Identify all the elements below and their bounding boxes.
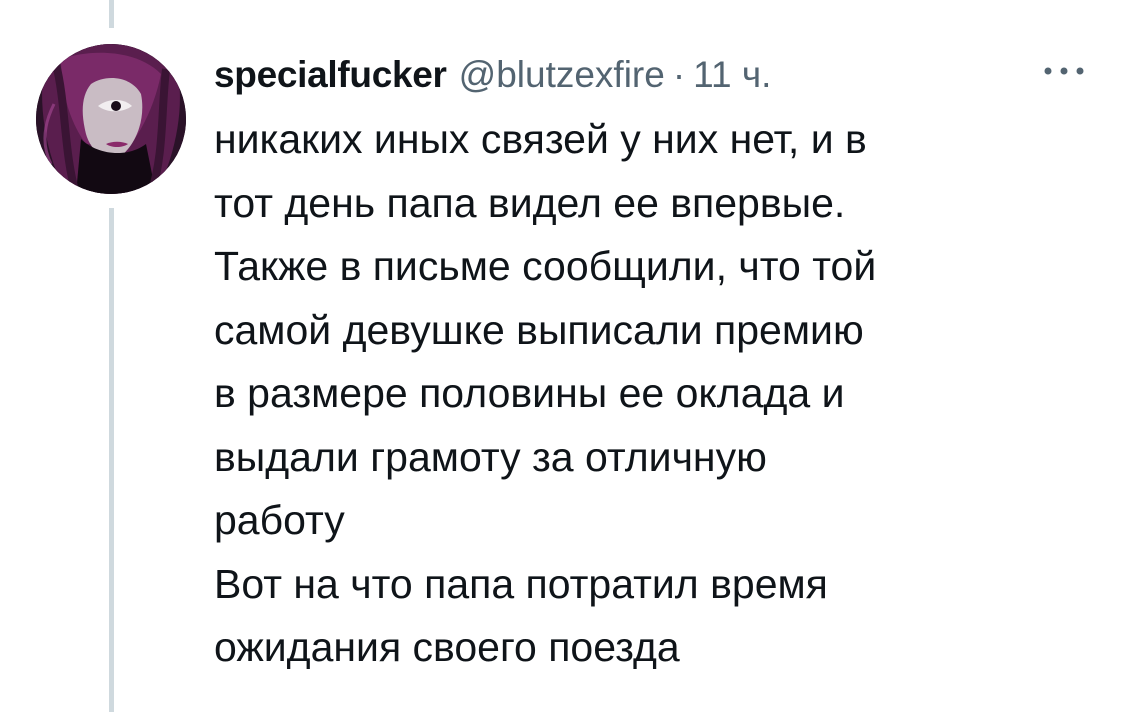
more-dots-icon	[1044, 67, 1084, 75]
tweet-text: никаких иных связей у них нет, и в тот д…	[214, 108, 1094, 680]
separator-dot: ·	[672, 54, 686, 95]
author-handle[interactable]: @blutzexfire	[459, 54, 665, 96]
timestamp[interactable]: 11 ч.	[693, 54, 771, 96]
tweet-text-line: Также в письме сообщили, что той	[214, 243, 877, 289]
avatar[interactable]	[36, 44, 186, 194]
tweet-text-line: работу	[214, 497, 345, 543]
tweet-text-line: никаких иных связей у них нет, и в	[214, 116, 867, 162]
tweet-text-line: тот день папа видел ее впервые.	[214, 179, 846, 226]
more-options-button[interactable]	[1034, 56, 1094, 86]
thread-connector-bottom	[109, 208, 114, 712]
tweet-text-line: Вот на что папа потратил время	[214, 560, 828, 607]
tweet-text-line: в размере половины ее оклада и	[214, 370, 845, 416]
thread-connector-top	[109, 0, 114, 28]
avatar-image	[36, 44, 186, 194]
tweet-header: specialfucker @blutzexfire · 11 ч.	[214, 50, 771, 100]
author-name[interactable]: specialfucker	[214, 54, 447, 96]
tweet-text-line: самой девушке выписали премию	[214, 306, 864, 353]
tweet-text-line: выдали грамоту за отличную	[214, 433, 767, 480]
tweet-text-line: ожидания своего поезда	[214, 624, 680, 670]
